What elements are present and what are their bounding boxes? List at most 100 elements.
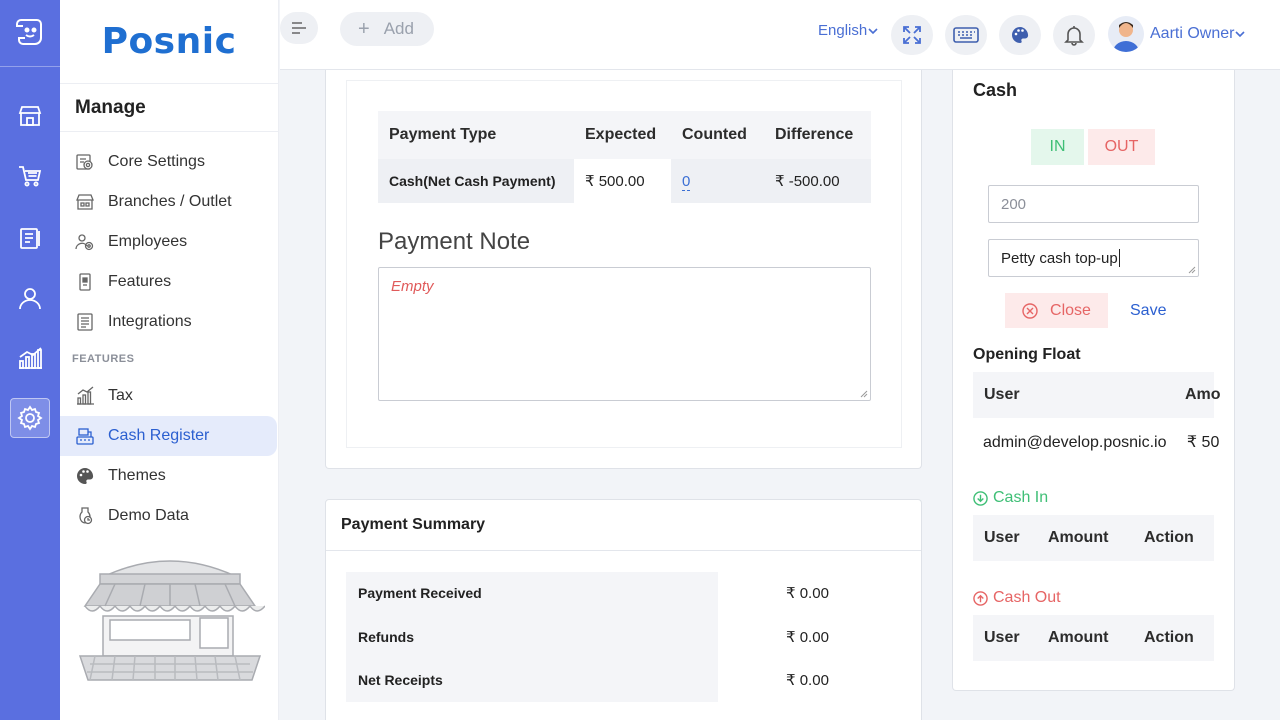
brand-logo-text[interactable]: Posnic [102,21,237,62]
sidebar-item-label: Themes [108,467,166,484]
payment-table-header: Payment Type Expected Counted Difference [378,111,871,159]
sidebar-item-label: Core Settings [108,153,205,170]
payment-note-textarea[interactable]: Empty [378,267,871,401]
cash-in-toggle[interactable]: IN [1031,129,1084,165]
integrations-icon [75,312,95,332]
float-amount: ₹ 50 [1186,434,1220,451]
branch-icon [75,192,95,212]
keyboard-icon [953,27,979,43]
cart-icon [19,166,42,187]
cell-difference: ₹ -500.00 [764,159,871,203]
counted-edit-link[interactable]: 0 [682,172,691,191]
fullscreen-button[interactable] [891,15,933,55]
summary-value-received: ₹ 0.00 [786,585,829,602]
payment-summary-card: Payment Summary Payment Received Refunds… [325,499,922,720]
rail-cart[interactable] [10,156,50,196]
sidebar-item-label: Demo Data [108,507,189,524]
rail-orders[interactable] [10,218,50,258]
col-difference: Difference [764,111,871,159]
sidebar-item-cash-register[interactable]: Cash Register [60,416,277,456]
sidebar-item-label: Tax [108,387,133,404]
employees-icon [75,232,95,252]
menu-toggle-button[interactable] [280,12,318,44]
summary-label-refunds: Refunds [358,629,414,645]
close-button[interactable]: Close [1005,293,1108,328]
table-row: Cash(Net Cash Payment) ₹ 500.00 0 ₹ -500… [378,159,871,203]
col-counted: Counted [671,111,764,159]
sidebar-item-tax[interactable]: Tax [60,376,278,416]
rail-reports[interactable] [10,338,50,378]
col-expected: Expected [574,111,671,159]
add-button[interactable]: + Add [340,12,434,46]
col-payment-type: Payment Type [378,111,574,159]
features-icon [75,272,95,292]
table-row: admin@develop.posnic.io ₹ 50 [983,432,1219,452]
cell-expected: ₹ 500.00 [574,159,671,203]
col-action: Action [1144,529,1194,546]
user-icon [19,288,41,310]
payment-table: Payment Type Expected Counted Difference… [378,111,871,203]
sidebar-title: Manage [60,84,278,132]
cash-note-textarea[interactable]: Petty cash top-up [988,239,1199,277]
chevron-down-icon [868,27,878,34]
close-label: Close [1050,301,1091,319]
cash-out-toggle[interactable]: OUT [1088,129,1155,165]
language-select[interactable]: English [818,22,879,39]
cell-counted: 0 [671,159,764,203]
theme-button[interactable] [999,15,1041,55]
avatar [1108,16,1144,52]
rail-store[interactable] [10,96,50,136]
payment-note-placeholder: Empty [391,278,434,295]
sidebar-item-core-settings[interactable]: Core Settings [60,142,278,182]
sidebar-item-integrations[interactable]: Integrations [60,302,278,342]
sidebar-item-label: Employees [108,233,188,250]
rail-divider [0,66,60,67]
clipboard-icon [20,228,40,249]
payment-card-body: Payment Type Expected Counted Difference… [346,80,902,448]
cash-in-title: Cash In [973,489,1048,507]
keyboard-button[interactable] [945,15,987,55]
col-amount: Amo [1185,386,1221,403]
fullscreen-icon [903,26,921,44]
add-label: Add [383,19,414,38]
save-button[interactable]: Save [1130,302,1166,320]
float-user: admin@develop.posnic.io [983,434,1167,451]
sidebar-item-employees[interactable]: Employees [60,222,278,262]
sidebar: Posnic Manage Core Settings Branches / O… [60,0,279,720]
menu-lines-icon [292,22,306,34]
sidebar-item-features[interactable]: Features [60,262,278,302]
cash-in-label: Cash In [993,489,1049,506]
cash-out-header: User Amount Action [973,615,1214,661]
icon-rail [0,0,60,720]
text-cursor [1118,249,1120,267]
arrow-up-circle-icon [973,590,988,606]
amount-placeholder: 200 [1001,195,1027,213]
col-user: User [984,629,1020,646]
sidebar-item-demo-data[interactable]: Demo Data [60,496,278,536]
rail-settings[interactable] [10,398,50,438]
bell-icon [1064,26,1084,46]
user-name: Aarti Owner [1150,25,1235,42]
resize-handle-icon[interactable] [860,390,868,398]
features-menu: Tax Cash Register Themes Demo Data [60,376,278,536]
close-circle-icon [1022,302,1038,319]
payment-note-title: Payment Note [378,228,531,255]
sidebar-item-branches[interactable]: Branches / Outlet [60,182,278,222]
amount-input[interactable]: 200 [988,185,1199,223]
col-user: User [984,386,1020,403]
cell-payment-type: Cash(Net Cash Payment) [378,159,574,203]
app-logo-icon[interactable] [10,12,50,52]
brand-header: Posnic [60,0,278,84]
cash-panel-title: Cash [973,80,1018,100]
summary-value-refunds: ₹ 0.00 [786,629,829,646]
summary-label-received: Payment Received [358,585,482,601]
user-menu[interactable]: Aarti Owner [1108,16,1246,52]
resize-handle-icon[interactable] [1188,266,1196,274]
sidebar-item-themes[interactable]: Themes [60,456,278,496]
chevron-down-icon [1235,31,1246,38]
manage-menu: Core Settings Branches / Outlet Employee… [60,142,278,342]
rail-users[interactable] [10,278,50,318]
col-user: User [984,529,1020,546]
notifications-button[interactable] [1053,15,1095,55]
cash-panel: Cash IN OUT 200 Petty cash top-up Close … [952,70,1235,691]
